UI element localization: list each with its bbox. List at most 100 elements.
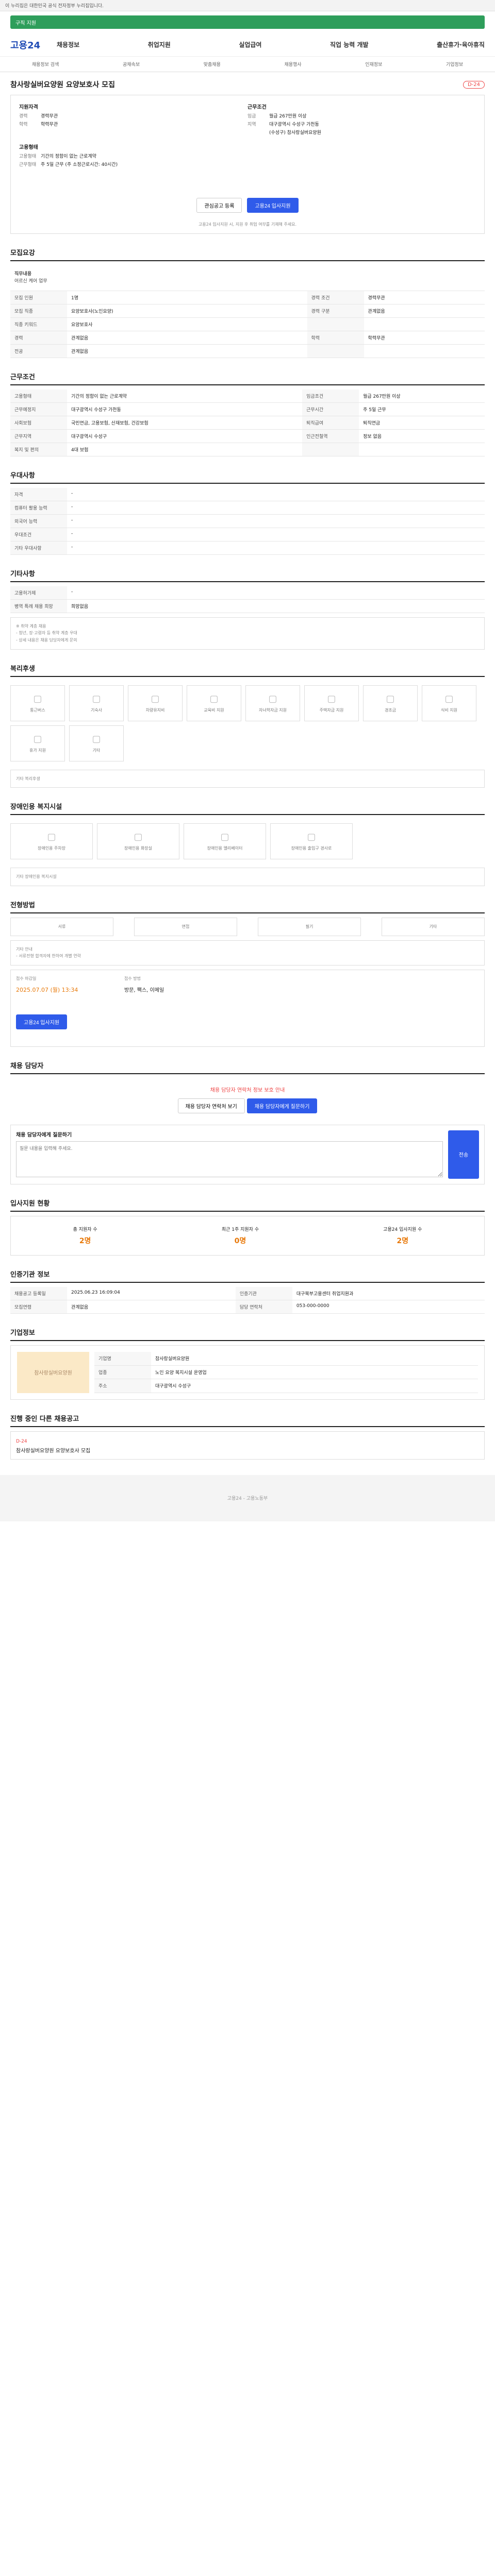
subnav-item[interactable]: 채용정보 검색 bbox=[32, 61, 59, 67]
apply-button-2[interactable]: 고용24 입사지원 bbox=[16, 1014, 68, 1029]
facility-label: 장애인용 출입구 경사로 bbox=[291, 846, 332, 851]
send-button[interactable]: 전송 bbox=[448, 1130, 479, 1179]
cell: 경력 bbox=[10, 331, 67, 345]
gov-banner: 이 누리집은 대한민국 공식 전자정부 누리집입니다. bbox=[0, 0, 495, 11]
vulnerable-note: ※ 취약 계층 채용 - 청년, 장·고령자 등 취약 계층 우대 - 상세 내… bbox=[10, 617, 485, 650]
kv-key: 학력 bbox=[19, 122, 28, 127]
table-row: 외국어 능력 - bbox=[10, 514, 485, 528]
cert-section: 인증기관 정보 채용공고 등록일 2025.06.23 16:09:04 인증기관 대… bbox=[10, 1269, 485, 1314]
section-heading: 진행 중인 다른 채용공고 bbox=[10, 1413, 485, 1427]
stat-value: 0명 bbox=[234, 1236, 246, 1245]
kv-value: (수성구) 참사랑실버요양원 bbox=[269, 130, 321, 135]
kv-value: 학력무관 bbox=[41, 122, 58, 127]
subnav-item[interactable]: 기업정보 bbox=[446, 61, 463, 67]
status-section: 입사지원 현황 총 지원자 수 2명 최근 1주 지원자 수 0명 고용24 입사지… bbox=[10, 1198, 485, 1256]
cell: 대구북부고용센터 취업지원과 bbox=[292, 1286, 485, 1300]
cell: 우대조건 bbox=[10, 528, 67, 541]
cert-table: 채용공고 등록일 2025.06.23 16:09:04 인증기관 대구북부고용센터 … bbox=[10, 1286, 485, 1314]
site-footer: 고용24 - 고용노동부 bbox=[0, 1475, 495, 1521]
subnav-item[interactable]: 채용행사 bbox=[284, 61, 301, 67]
cell: 컴퓨터 활용 능력 bbox=[10, 501, 67, 515]
stat-value: 2명 bbox=[397, 1236, 409, 1245]
welfare-label: 차량유지비 bbox=[145, 707, 165, 713]
job-title: 참사랑실버요양원 요양보호사 모집 bbox=[10, 81, 115, 89]
company-box: 참사랑실버요양원 기업명 참사랑실버요양원 업종 노인 요양 복지시설 운영업 주소… bbox=[10, 1345, 485, 1400]
stat-total: 총 지원자 수 2명 bbox=[73, 1226, 97, 1246]
other-section: 기타사항 고용허가제 - 병역 특례 채용 희망 희망없음 ※ 취약 계층 채용 -… bbox=[10, 568, 485, 650]
facility-extra: 기타 장애인용 복지시설 bbox=[10, 868, 485, 886]
kv-value: 기간의 정함이 없는 근로계약 bbox=[41, 154, 96, 159]
site-logo[interactable]: 고용24 bbox=[10, 38, 57, 52]
cell: 노인 요양 복지시설 운영업 bbox=[151, 1365, 478, 1380]
apply-button[interactable]: 고용24 입사지원 bbox=[247, 198, 299, 213]
cell: 직종 키워드 bbox=[10, 317, 67, 331]
section-heading: 장애인용 복지시설 bbox=[10, 801, 485, 816]
welfare-grid: ▢ 통근버스 ▢ 기숙사 ▢ 차량유지비 ▢ 교육비 지원 ▢ 자녀학자금 지원 ▢ 주택자… bbox=[10, 681, 485, 766]
table-row: 근무지역 대구광역시 수성구 인근전철역 정보 없음 bbox=[10, 429, 485, 443]
dday-badge: D-24 bbox=[463, 80, 485, 89]
cell: 대구광역시 수성구 가천동 bbox=[67, 402, 303, 416]
cell: 임금조건 bbox=[302, 389, 359, 403]
notice-title: 구직 지원 bbox=[15, 21, 36, 26]
subnav-item[interactable]: 맞춤채용 bbox=[204, 61, 221, 67]
kv-key: 경력 bbox=[19, 114, 28, 119]
table-row: 모집 인원 1명 경력 조건 경력무관 bbox=[10, 291, 485, 304]
dday-badge: D-24 bbox=[16, 1438, 27, 1444]
facility-label: 장애인용 화장실 bbox=[124, 846, 153, 851]
table-row: 사회보험 국민연금, 고용보험, 산재보험, 건강보험 퇴직급여 퇴직연금 bbox=[10, 416, 485, 430]
section-heading: 복리후생 bbox=[10, 663, 485, 677]
facility-item: ▢ 장애인용 주차장 bbox=[10, 823, 93, 860]
method-item: 면접 bbox=[134, 917, 237, 936]
nav-item[interactable]: 취업지원 bbox=[148, 40, 171, 49]
nav-item[interactable]: 직업 능력 개발 bbox=[330, 40, 369, 49]
section-heading: 우대사항 bbox=[10, 470, 485, 484]
save-job-button[interactable]: 관심공고 등록 bbox=[196, 198, 242, 213]
cell: 모집연령 bbox=[10, 1300, 67, 1314]
cell: - bbox=[67, 501, 485, 515]
kv-value: 월급 267만원 이상 bbox=[269, 114, 307, 119]
cell: 고용허가제 bbox=[10, 586, 67, 600]
meal-icon: ▢ bbox=[444, 693, 454, 704]
section-heading: 전형방법 bbox=[10, 900, 485, 913]
cell: 모집 인원 bbox=[10, 291, 67, 304]
cell: - bbox=[67, 514, 485, 528]
note-title: ※ 취약 계층 채용 bbox=[16, 623, 46, 629]
table-row: 채용공고 등록일 2025.06.23 16:09:04 인증기관 대구북부고용센터 … bbox=[10, 1286, 485, 1300]
bus-icon: ▢ bbox=[33, 693, 42, 704]
cell bbox=[307, 344, 364, 358]
cell: 참사랑실버요양원 bbox=[151, 1351, 478, 1366]
table-row: 복지 및 편의 4대 보험 bbox=[10, 443, 485, 456]
kv-key bbox=[248, 129, 269, 135]
table-row: 자격 - bbox=[10, 487, 485, 501]
welfare-item: ▢ 자녀학자금 지원 bbox=[245, 685, 300, 721]
subnav-item[interactable]: 공채속보 bbox=[123, 61, 140, 67]
view-contact-button[interactable]: 채용 담당자 연락처 보기 bbox=[177, 1098, 245, 1113]
cell: 경력 구분 bbox=[307, 304, 364, 318]
similar-job-card[interactable]: D-24 참사랑실버요양원 요양보호사 모집 bbox=[10, 1431, 485, 1460]
table-row: 병역 특례 채용 희망 희망없음 bbox=[10, 599, 485, 613]
section-heading: 인증기관 정보 bbox=[10, 1269, 485, 1283]
envelope-icon: ▢ bbox=[386, 693, 395, 704]
welfare-label: 주택자금 지원 bbox=[319, 707, 344, 713]
ask-button[interactable]: 채용 담당자에게 질문하기 bbox=[246, 1098, 318, 1113]
condition-table: 고용형태 기간의 정함이 없는 근로계약 임금조건 월급 267만원 이상 근무예정지… bbox=[10, 389, 485, 456]
question-box: 채용 담당자에게 질문하기 전송 bbox=[10, 1124, 485, 1184]
contact-notice: 채용 담당자 연락처 정보 보호 안내 채용 담당자 연락처 보기 채용 담당자… bbox=[10, 1078, 485, 1121]
welfare-label: 기숙사 bbox=[90, 707, 103, 713]
subnav-item[interactable]: 인재정보 bbox=[365, 61, 382, 67]
welfare-label: 통근버스 bbox=[30, 707, 45, 713]
kv-value: 주 5일 근무 (주 소정근로시간: 40시간) bbox=[41, 162, 118, 167]
recruit-table: 모집 인원 1명 경력 조건 경력무관 모집 직종 요양보호사(노인요양) 경력 구분 관계… bbox=[10, 291, 485, 358]
question-input[interactable] bbox=[16, 1141, 443, 1177]
nav-item[interactable]: 채용정보 bbox=[57, 40, 79, 49]
cell: 자격 bbox=[10, 487, 67, 501]
notice-title: 채용 담당자 연락처 정보 보호 안내 bbox=[210, 1087, 285, 1093]
footer-text: 고용24 - 고용노동부 bbox=[227, 1496, 268, 1502]
nav-item[interactable]: 실업급여 bbox=[239, 40, 261, 49]
cell: 요양보호사(노인요양) bbox=[67, 304, 307, 318]
top-notice-bar: 구직 지원 bbox=[10, 15, 485, 29]
nav-item[interactable]: 출산휴가·육아휴직 bbox=[437, 40, 485, 49]
facility-item: ▢ 장애인용 엘리베이터 bbox=[184, 823, 266, 860]
cell: 대구광역시 수성구 bbox=[151, 1379, 478, 1393]
welfare-item: ▢ 식비 지원 bbox=[422, 685, 476, 721]
